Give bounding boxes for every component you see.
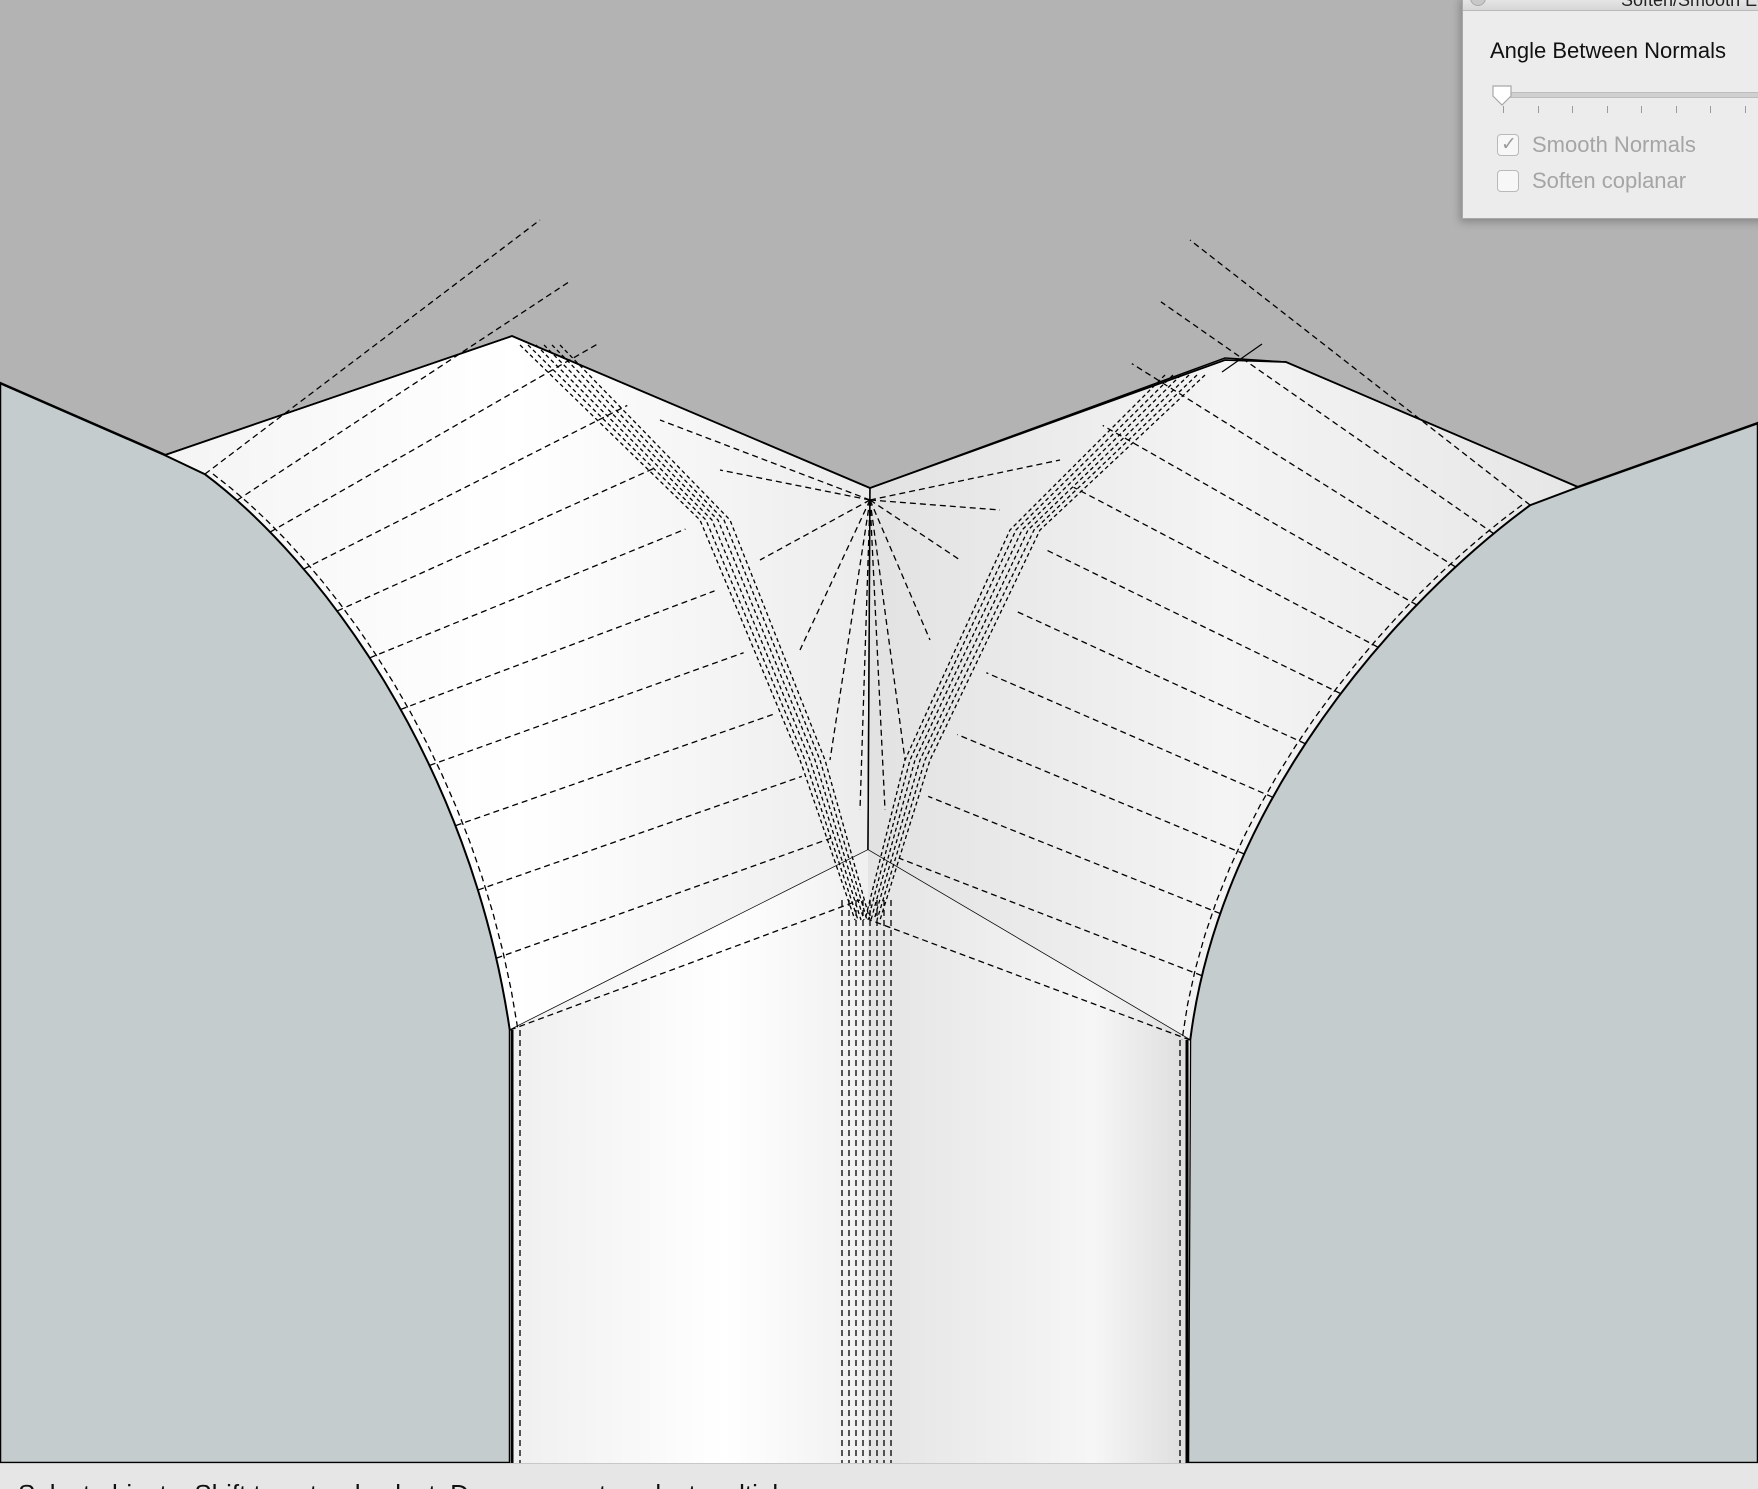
soften-coplanar-row[interactable]: Soften coplanar bbox=[1497, 168, 1686, 194]
smooth-normals-checkbox[interactable]: ✓ bbox=[1497, 133, 1519, 156]
soften-coplanar-checkbox[interactable] bbox=[1497, 170, 1519, 192]
smooth-normals-row[interactable]: ✓ Smooth Normals bbox=[1497, 132, 1696, 158]
slider-tick bbox=[1744, 106, 1746, 113]
angle-slider-track[interactable] bbox=[1499, 92, 1758, 98]
soften-smooth-dialog: Soften/Smooth Edges Angle Between Normal… bbox=[1462, 0, 1758, 219]
smooth-normals-label: Smooth Normals bbox=[1532, 132, 1696, 157]
slider-tick bbox=[1572, 106, 1573, 113]
slider-tick bbox=[1641, 106, 1642, 113]
dialog-titlebar[interactable]: Soften/Smooth Edges bbox=[1463, 0, 1758, 11]
slider-tick bbox=[1537, 106, 1539, 113]
slider-tick bbox=[1503, 106, 1504, 113]
status-bar: Select objects. Shift to extend select. … bbox=[0, 1463, 1758, 1489]
angle-slider-ticks bbox=[1503, 106, 1758, 114]
slider-tick bbox=[1675, 106, 1677, 113]
angle-between-normals-label: Angle Between Normals bbox=[1490, 38, 1727, 63]
angle-slider-thumb[interactable] bbox=[1491, 84, 1513, 106]
model-viewport[interactable] bbox=[0, 0, 1758, 1463]
dialog-title: Soften/Smooth Edges bbox=[1621, 0, 1758, 10]
soften-coplanar-label: Soften coplanar bbox=[1532, 168, 1687, 193]
close-icon[interactable] bbox=[1470, 0, 1486, 6]
slider-tick bbox=[1710, 106, 1711, 113]
checkmark-icon: ✓ bbox=[1501, 133, 1517, 155]
slider-tick bbox=[1606, 106, 1608, 113]
